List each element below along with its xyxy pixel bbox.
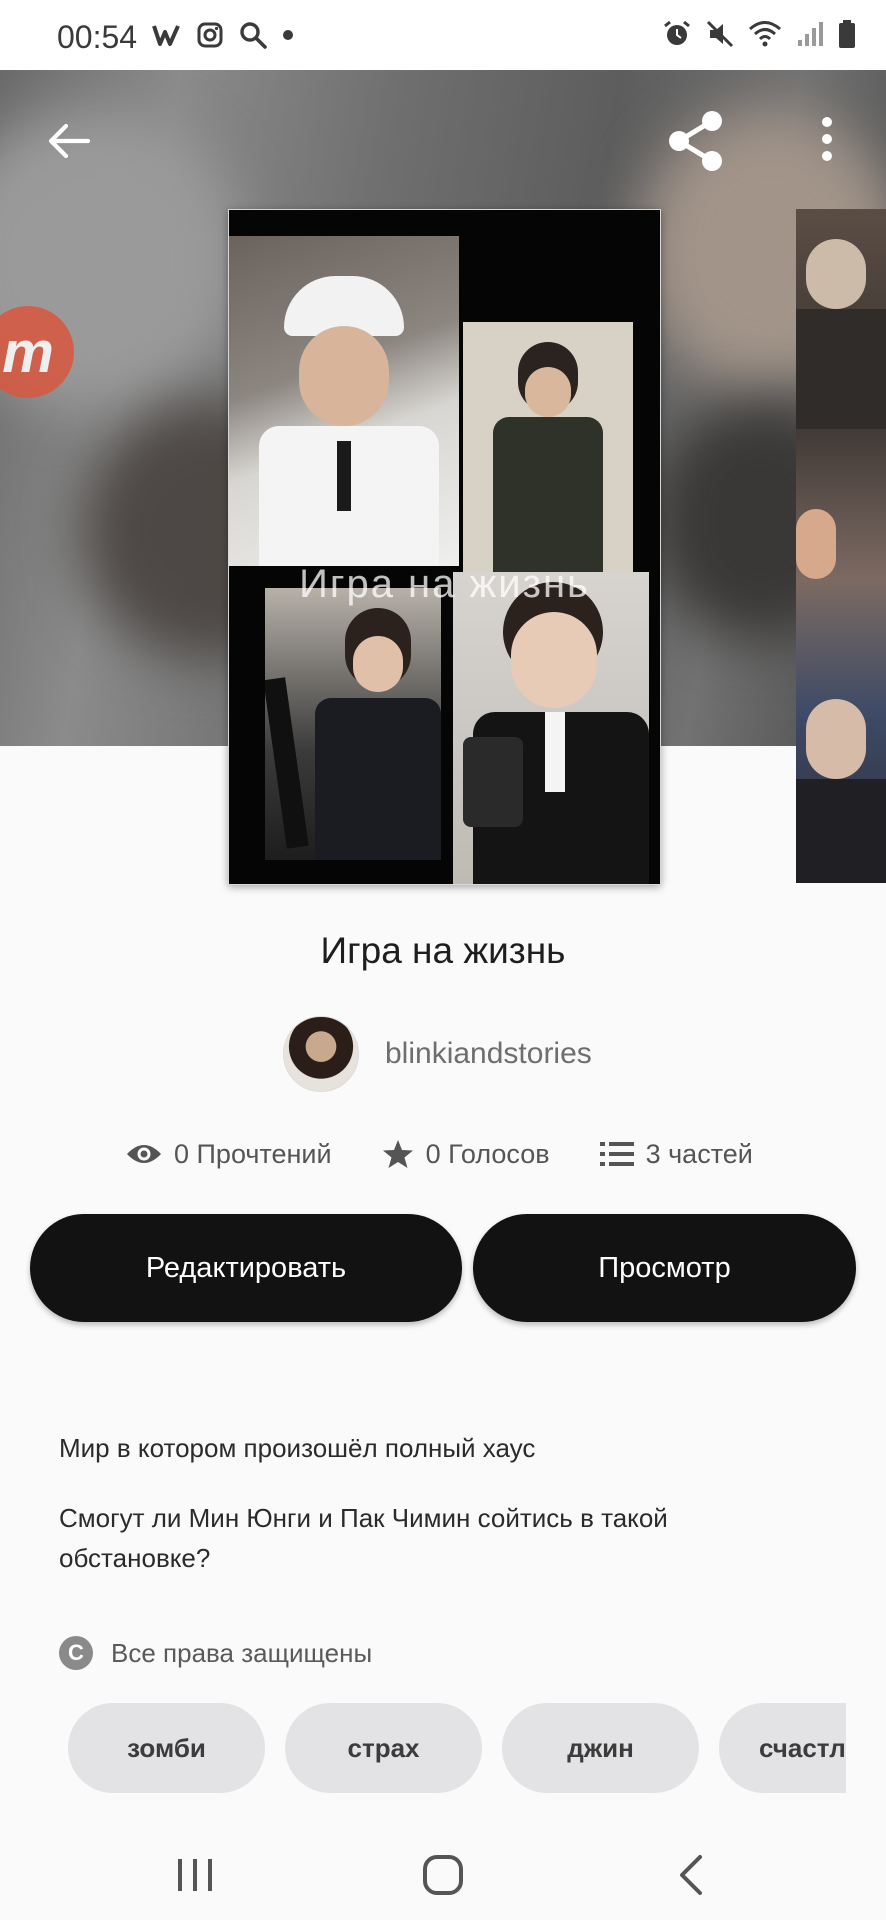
reads-count: 0 Прочтений — [174, 1138, 332, 1169]
author-row[interactable]: blinkiandstories — [283, 1016, 592, 1092]
copyright-icon: C — [59, 1636, 93, 1670]
list-icon — [599, 1142, 634, 1166]
instagram-icon — [196, 21, 224, 54]
vertical-dots-icon — [822, 117, 832, 161]
author-name[interactable]: blinkiandstories — [385, 1037, 592, 1071]
arrow-left-icon — [48, 123, 91, 159]
parts-stat: 3 частей — [599, 1138, 753, 1170]
cover-photo-rifle — [265, 588, 441, 860]
description-line: Смогут ли Мин Юнги и Пак Чимин сойтись в… — [59, 1503, 668, 1573]
battery-icon — [838, 19, 856, 54]
home-button[interactable] — [408, 1830, 478, 1920]
copyright-row: C Все права защищены — [59, 1636, 372, 1670]
wattpad-w-icon — [152, 23, 182, 52]
parts-count: 3 частей — [645, 1138, 753, 1169]
search-icon — [238, 20, 268, 55]
star-icon — [382, 1140, 413, 1168]
votes-stat: 0 Голосов — [382, 1138, 550, 1170]
tag-chip[interactable]: джин — [502, 1703, 699, 1793]
share-icon — [669, 111, 722, 171]
next-story-cover[interactable] — [796, 209, 886, 883]
view-button[interactable]: Просмотр — [473, 1214, 856, 1322]
status-time: 00:54 — [57, 19, 138, 55]
eye-icon — [127, 1145, 161, 1163]
votes-count: 0 Голосов — [425, 1138, 550, 1169]
more-options-button[interactable] — [812, 112, 842, 172]
story-stats: 0 Прочтений 0 Голосов 3 частей — [126, 1138, 803, 1170]
story-title: Игра на жизнь — [320, 930, 566, 971]
status-right-icons — [662, 18, 856, 54]
cover-photo-naval — [229, 236, 459, 566]
tag-chip[interactable]: зомби — [68, 1703, 265, 1793]
status-left-icons — [152, 20, 294, 54]
tag-chip[interactable]: страх — [285, 1703, 482, 1793]
tag-list: зомби страх джин счастли — [68, 1703, 846, 1793]
share-button[interactable] — [664, 108, 730, 174]
wifi-icon — [748, 19, 782, 54]
copyright-text: Все права защищены — [111, 1637, 373, 1668]
home-icon — [423, 1855, 463, 1895]
cover-photo-military — [463, 322, 633, 572]
description-line: Мир в котором произошёл полный хаус — [59, 1433, 536, 1463]
cover-overlay-title: Игра на жизнь — [299, 562, 590, 606]
cover-photo-suit — [453, 572, 649, 884]
dot-icon — [282, 28, 294, 46]
system-back-button[interactable] — [656, 1830, 726, 1920]
back-chevron-icon — [680, 1855, 702, 1895]
avatar[interactable] — [283, 1016, 359, 1092]
story-description: Мир в котором произошёл полный хаус Смог… — [59, 1428, 819, 1608]
status-bar: 00:54 — [0, 0, 886, 70]
back-button[interactable] — [44, 116, 94, 166]
edit-button[interactable]: Редактировать — [30, 1214, 462, 1322]
recents-icon — [178, 1859, 212, 1891]
alarm-icon — [662, 19, 692, 54]
reads-stat: 0 Прочтений — [126, 1139, 332, 1170]
mute-icon — [706, 19, 734, 54]
system-nav-bar — [0, 1830, 886, 1920]
tag-chip[interactable]: счастли — [719, 1703, 846, 1793]
recents-button[interactable] — [160, 1830, 230, 1920]
signal-icon — [796, 20, 824, 53]
story-cover[interactable]: Игра на жизнь — [228, 209, 661, 885]
